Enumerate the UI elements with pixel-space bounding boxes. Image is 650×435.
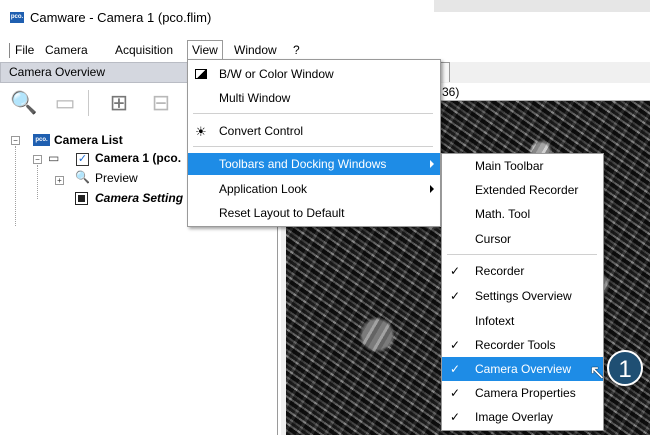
menu-view[interactable]: View <box>187 40 223 60</box>
view-menu-bw-color-window[interactable]: B/W or Color Window <box>188 63 440 85</box>
tree-camera-settings[interactable]: Camera Setting <box>95 191 183 205</box>
menu-file[interactable]: File <box>15 40 34 60</box>
view-menu-multi-window[interactable]: Multi Window <box>188 87 440 109</box>
tree-expand-toggle[interactable]: + <box>55 176 64 185</box>
camera-1-checkbox[interactable]: ✓ <box>76 153 89 166</box>
submenu-cursor[interactable]: Cursor <box>442 227 603 251</box>
tree-collapse-toggle[interactable]: − <box>33 155 42 164</box>
submenu-camera-overview[interactable]: Camera Overview <box>442 357 603 381</box>
submenu-main-toolbar[interactable]: Main Toolbar <box>442 154 603 178</box>
submenu-settings-overview[interactable]: Settings Overview <box>442 284 603 308</box>
view-menu-toolbars-docking[interactable]: Toolbars and Docking Windows <box>188 153 440 175</box>
submenu-infotext[interactable]: Infotext <box>442 309 603 333</box>
submenu-recorder[interactable]: Recorder <box>442 259 603 283</box>
toolbar-separator <box>88 90 89 116</box>
search-camera-icon[interactable]: 🔍 <box>10 90 37 116</box>
submenu-math-tool[interactable]: Math. Tool <box>442 202 603 226</box>
submenu-extended-recorder[interactable]: Extended Recorder <box>442 178 603 202</box>
title-bar-region <box>434 0 650 12</box>
submenu-arrow-icon <box>430 185 434 193</box>
menu-window[interactable]: Window <box>234 40 277 60</box>
view-menu-application-look[interactable]: Application Look <box>188 178 440 200</box>
menu-help[interactable]: ? <box>293 40 300 60</box>
tree-connector <box>15 146 16 226</box>
submenu-recorder-tools[interactable]: Recorder Tools <box>442 333 603 357</box>
tree-connector <box>37 165 38 199</box>
menu-separator <box>193 113 433 114</box>
view-menu-reset-layout[interactable]: Reset Layout to Default <box>188 202 440 224</box>
pco-logo-icon: pco. <box>33 134 50 146</box>
app-logo-icon: pco. <box>10 12 24 23</box>
view-menu-convert-control[interactable]: Convert Control <box>188 120 440 142</box>
menu-separator <box>193 146 433 147</box>
menu-bar <box>0 40 650 60</box>
preview-icon: 🔍 <box>75 170 90 184</box>
menu-separator <box>447 254 597 255</box>
image-info-strip <box>438 83 650 101</box>
tree-camera-list[interactable]: Camera List <box>54 133 123 147</box>
check-icon: ✓ <box>450 362 461 376</box>
step-number-badge: 1 <box>607 350 643 386</box>
menu-bar-gripper <box>9 43 10 58</box>
remove-camera-icon[interactable]: ▭ <box>52 90 78 116</box>
tree-preview[interactable]: Preview <box>95 171 138 185</box>
menu-acquisition[interactable]: Acquisition <box>115 40 173 60</box>
tree-camera-1[interactable]: Camera 1 (pco. <box>95 151 181 165</box>
image-info-text: 36) <box>442 85 460 99</box>
menu-camera[interactable]: Camera <box>45 40 88 60</box>
add-camera-icon[interactable]: ⊞ <box>106 90 132 116</box>
window-title: Camware - Camera 1 (pco.flim) <box>30 10 212 25</box>
submenu-image-overlay[interactable]: Image Overlay <box>442 405 603 429</box>
mouse-pointer-icon: ↖ <box>589 362 606 384</box>
submenu-camera-properties[interactable]: Camera Properties <box>442 381 603 405</box>
camera-icon: ▭ <box>48 151 60 165</box>
submenu-arrow-icon <box>430 160 434 168</box>
camera-settings-icon <box>75 192 88 205</box>
remove-item-icon[interactable]: ⊟ <box>148 90 174 116</box>
tree-collapse-toggle[interactable]: − <box>11 136 20 145</box>
